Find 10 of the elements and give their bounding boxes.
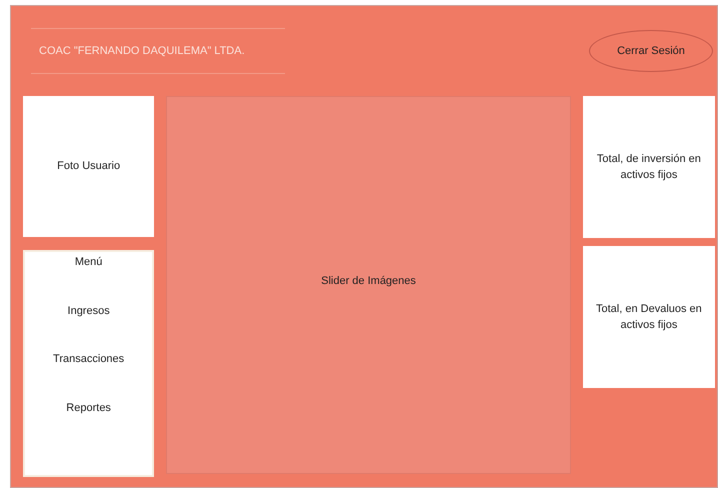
logout-button[interactable]: Cerrar Sesión <box>589 30 713 72</box>
user-photo-label: Foto Usuario <box>57 159 120 174</box>
menu-title: Menú <box>74 255 102 270</box>
menu-item[interactable]: Transacciones <box>53 351 124 368</box>
menu-item[interactable]: Reportes <box>66 400 111 416</box>
total-label: Total, en Devaluos en activos fijos <box>595 302 703 333</box>
image-area-label: Slider de Imágenes <box>321 274 416 289</box>
menu-item[interactable]: Ingresos <box>68 302 110 319</box>
header-title: COAC "FERNANDO DAQUILEMA" LTDA. <box>31 28 285 74</box>
total-label: Total, de inversión en activos fijos <box>596 152 702 183</box>
